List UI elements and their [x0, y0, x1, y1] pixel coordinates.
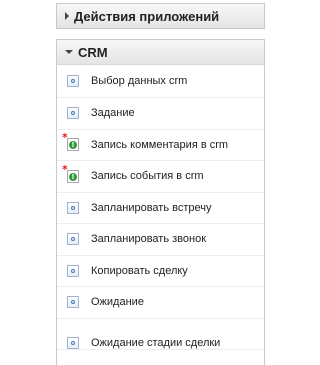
- list-item[interactable]: * ! Запись события в crm: [57, 161, 264, 193]
- activity-icon: [67, 336, 79, 349]
- required-info-icon: * !: [62, 132, 79, 152]
- section-title: Действия приложений: [74, 8, 220, 24]
- activity-icon: [67, 233, 79, 246]
- item-label: Запланировать встречу: [91, 201, 212, 214]
- info-dot-icon: !: [69, 172, 77, 181]
- item-label: Запись комментария в crm: [91, 138, 229, 151]
- activity-icon: [67, 75, 79, 87]
- activity-icon: [67, 201, 79, 214]
- activities-panel: Действия приложений CRM Выбор данных crm…: [56, 0, 265, 365]
- list-item[interactable]: Запланировать звонок: [57, 224, 264, 256]
- chevron-right-icon: [65, 12, 69, 20]
- item-label: Запланировать звонок: [91, 233, 207, 246]
- required-info-icon: * !: [62, 164, 79, 183]
- activity-icon: [67, 296, 79, 309]
- chevron-down-icon: [65, 50, 73, 54]
- list-item[interactable]: Ожидание: [57, 287, 264, 319]
- item-label: Ожидание: [91, 296, 144, 309]
- activity-icon: [67, 107, 79, 120]
- item-label: Запись события в crm: [91, 170, 204, 183]
- item-label: Выбор данных crm: [91, 75, 188, 87]
- crm-activity-list: Выбор данных crm Задание * ! Запись комм…: [56, 65, 265, 365]
- list-item[interactable]: Задание: [57, 98, 264, 130]
- item-label: Задание: [91, 107, 135, 120]
- list-item[interactable]: Запланировать встречу: [57, 193, 264, 224]
- item-label: Ожидание стадии сделки: [91, 336, 221, 349]
- list-item[interactable]: Ожидание стадии сделки: [57, 319, 264, 350]
- required-star-icon: *: [62, 131, 68, 145]
- section-app-actions-header[interactable]: Действия приложений: [56, 3, 265, 29]
- info-dot-icon: !: [69, 141, 77, 150]
- list-item[interactable]: Копировать сделку: [57, 256, 264, 287]
- activity-icon: [67, 264, 79, 277]
- item-label: Копировать сделку: [91, 264, 188, 277]
- required-star-icon: *: [62, 162, 68, 176]
- section-title: CRM: [78, 44, 108, 60]
- list-item[interactable]: * ! Запись комментария в crm: [57, 130, 264, 161]
- list-item[interactable]: Выбор данных crm: [57, 65, 264, 98]
- section-crm-header[interactable]: CRM: [56, 39, 265, 65]
